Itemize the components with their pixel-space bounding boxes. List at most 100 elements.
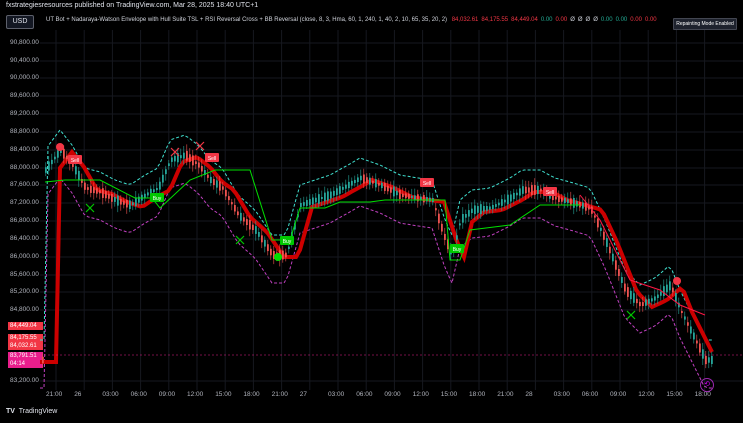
candle-body xyxy=(495,204,497,207)
price-tag: 04:14 xyxy=(8,360,43,368)
candle-body xyxy=(669,281,671,291)
indicator-legend[interactable]: UT Bot + Nadaraya-Watson Envelope with H… xyxy=(46,17,657,23)
time-axis[interactable]: 21:00 26 03:00 06:00 09:00 12:00 15:00 18:00 21:… xyxy=(0,391,743,403)
candle-body xyxy=(483,206,485,212)
candle-body xyxy=(651,298,653,302)
candle-body xyxy=(594,215,596,218)
indicator-value: 0.00 xyxy=(615,17,628,23)
time-label: 12:00 xyxy=(412,391,429,398)
indicator-values: 84,032.61 84,175.55 84,449.04 0.00 0.00 Ø Ø Ø Ø 0… xyxy=(449,17,657,23)
price-label: 84,800.00 xyxy=(10,306,39,313)
signal-label: Sell xyxy=(423,181,431,187)
candle-body xyxy=(252,224,254,231)
tradingview-logo[interactable]: TV TradingView xyxy=(6,408,57,415)
candle-body xyxy=(153,189,155,193)
candle-body xyxy=(555,196,557,200)
reversal-dot xyxy=(56,143,64,151)
candle-body xyxy=(489,206,491,210)
candle-body xyxy=(504,199,506,203)
indicator-value: 84,175.55 xyxy=(481,17,509,23)
time-label: 18:00 xyxy=(694,391,711,398)
candle-body xyxy=(78,170,80,181)
brand-name: TradingView xyxy=(18,408,58,415)
candle-body xyxy=(174,155,176,162)
candle-body xyxy=(639,301,641,307)
candle-body xyxy=(111,193,113,202)
candle-body xyxy=(534,185,536,195)
candle-body xyxy=(438,213,440,224)
candle-body xyxy=(681,310,683,314)
candle-body xyxy=(270,248,272,256)
candle-body xyxy=(480,204,482,215)
candle-body xyxy=(156,188,158,191)
currency-button[interactable]: USD xyxy=(6,15,34,29)
candle-body xyxy=(315,197,317,203)
time-label: 09:00 xyxy=(158,391,176,398)
candle-body xyxy=(330,191,332,199)
candle-body xyxy=(426,196,428,202)
time-label: 28 xyxy=(525,391,533,398)
candle-body xyxy=(219,181,221,191)
price-tag: 83,791.51 xyxy=(8,352,43,360)
candle-body xyxy=(99,190,101,194)
candle-body xyxy=(699,343,701,353)
candle-body xyxy=(198,162,200,168)
candle-body xyxy=(384,183,386,191)
candle-body xyxy=(615,260,617,270)
time-label: 06:00 xyxy=(581,391,599,398)
price-label: 88,800.00 xyxy=(10,128,39,135)
candle-body xyxy=(45,167,47,173)
time-label: 12:00 xyxy=(187,391,204,398)
replay-icon[interactable]: ⟲ xyxy=(700,378,714,392)
candle-body xyxy=(516,192,518,196)
price-label: 88,400.00 xyxy=(10,146,39,153)
price-label: 86,400.00 xyxy=(10,235,39,242)
candle-body xyxy=(123,200,125,205)
candle-body xyxy=(117,195,119,206)
candle-body xyxy=(195,161,197,164)
candle-body xyxy=(465,213,467,218)
price-chart[interactable]: Sell Buy Sell Buy Sell Buy Sell xyxy=(40,30,743,390)
candle-body xyxy=(456,235,458,240)
candle-body xyxy=(363,174,365,184)
candle-body xyxy=(339,186,341,194)
candle-body xyxy=(576,201,578,207)
candle-body xyxy=(90,185,92,193)
candle-body xyxy=(306,200,308,206)
candle-body xyxy=(348,181,350,189)
candle-body xyxy=(126,199,128,208)
indicator-value: Ø xyxy=(593,17,598,23)
candle-body xyxy=(66,155,68,160)
candle-body xyxy=(705,355,707,365)
candle-body xyxy=(687,322,689,326)
candle-body xyxy=(420,196,422,200)
candle-body xyxy=(105,191,107,199)
candle-body xyxy=(435,208,437,211)
candle-body xyxy=(372,180,374,184)
candle-body xyxy=(711,355,713,365)
candle-body xyxy=(459,223,461,226)
time-label: 15:00 xyxy=(666,391,683,398)
candle-body xyxy=(258,232,260,237)
candle-body xyxy=(201,165,203,172)
time-label: 06:00 xyxy=(356,391,373,398)
candle-body xyxy=(411,195,413,198)
candle-body xyxy=(342,186,344,190)
candle-body xyxy=(525,186,527,194)
price-label: 90,000.00 xyxy=(10,74,39,81)
candle-body xyxy=(243,217,245,222)
candle-body xyxy=(309,199,311,205)
signal-label: Buy xyxy=(283,239,292,245)
price-tag: 84,449.04 xyxy=(8,322,43,330)
candle-body xyxy=(675,293,677,302)
time-label: 21:00 xyxy=(497,391,514,398)
candle-body xyxy=(288,246,290,250)
repaint-mode-badge[interactable]: Repainting Mode Enabled xyxy=(673,18,737,30)
tradingview-icon: TV xyxy=(6,408,15,415)
candle-body xyxy=(129,200,131,209)
candle-body xyxy=(48,161,50,171)
candle-body xyxy=(642,302,644,307)
candle-body xyxy=(261,235,263,243)
candle-body xyxy=(462,214,464,223)
candle-body xyxy=(57,150,59,158)
